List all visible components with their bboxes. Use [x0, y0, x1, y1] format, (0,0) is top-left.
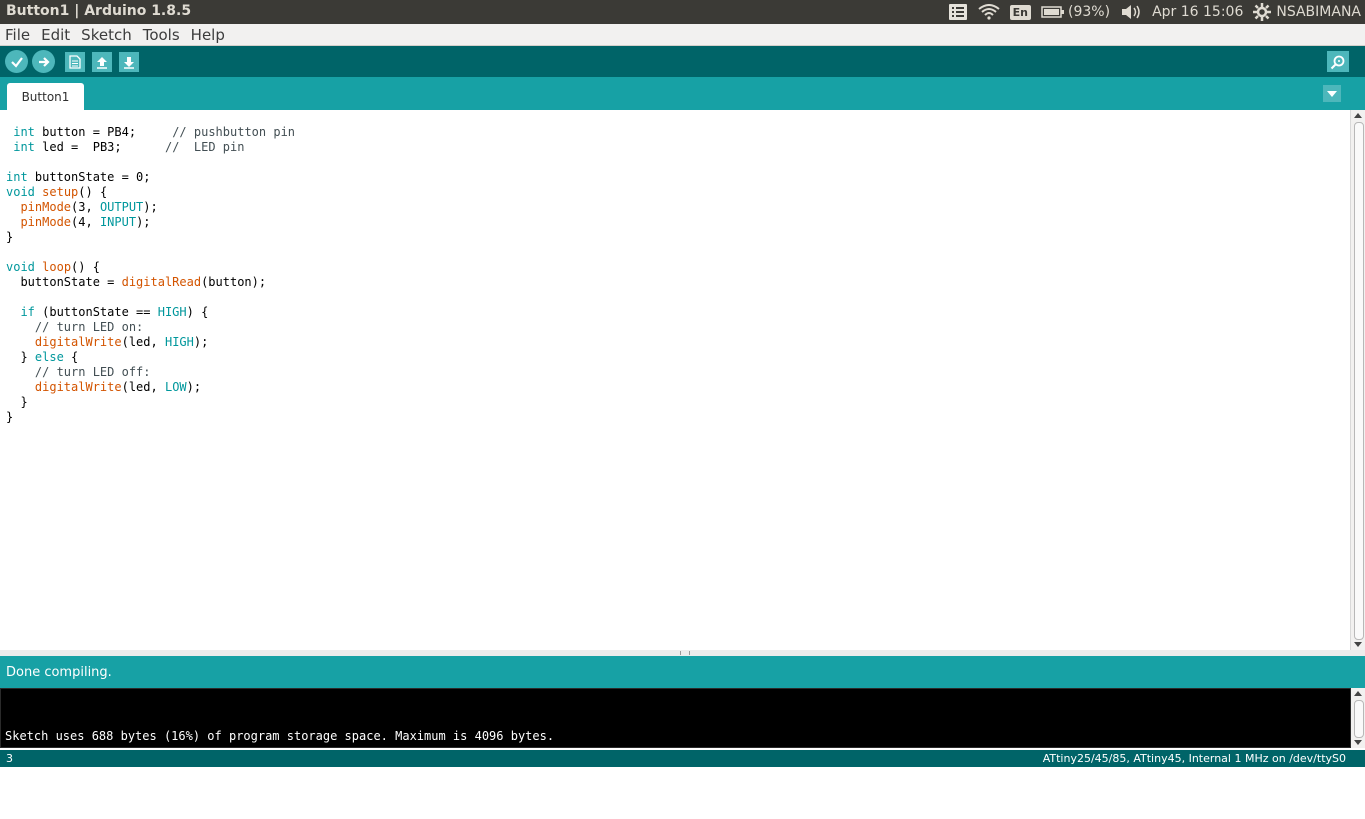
chevron-down-icon	[1327, 90, 1337, 97]
menu-bar: File Edit Sketch Tools Help	[0, 24, 1365, 46]
code-text[interactable]: int button = PB4; // pushbutton pin int …	[6, 125, 295, 425]
new-file-icon	[69, 55, 81, 69]
status-bar: Done compiling.	[0, 656, 1365, 688]
scroll-track[interactable]	[1354, 122, 1364, 640]
code-line: if (buttonState == HIGH) {	[20, 305, 209, 319]
keyboard-layout-icon[interactable]: En	[1009, 4, 1032, 20]
user-name: NSABIMANA	[1276, 4, 1361, 20]
system-title-bar: Button1 | Arduino 1.8.5 En (93%) Apr 16 …	[0, 0, 1365, 24]
code-line: buttonState = digitalRead(button);	[6, 275, 267, 289]
console-line: Global variables use 11 bytes (4%) of dy…	[5, 774, 829, 788]
code-line: int button = PB4; // pushbutton pin	[13, 125, 296, 139]
menu-help[interactable]: Help	[186, 26, 231, 44]
serial-monitor-button[interactable]	[1327, 51, 1349, 72]
code-line: digitalWrite(led, HIGH);	[34, 335, 209, 349]
tab-menu-button[interactable]	[1323, 85, 1341, 102]
editor-scrollbar[interactable]	[1350, 110, 1365, 650]
battery-indicator[interactable]: (93%)	[1041, 4, 1110, 20]
code-line: digitalWrite(led, LOW);	[34, 380, 202, 394]
board-info: ATtiny25/45/85, ATtiny45, Internal 1 MHz…	[1042, 752, 1346, 765]
console-scrollbar[interactable]	[1351, 688, 1365, 748]
wifi-icon[interactable]	[978, 4, 1000, 20]
code-line: void loop() {	[6, 260, 100, 274]
scroll-down-icon[interactable]	[1354, 642, 1362, 647]
save-button[interactable]	[119, 52, 139, 72]
new-button[interactable]	[65, 52, 85, 72]
line-number: 3	[6, 752, 13, 765]
arrow-down-icon	[124, 57, 134, 69]
code-line: } else {	[6, 350, 79, 364]
menu-sketch[interactable]: Sketch	[76, 26, 138, 44]
open-button[interactable]	[92, 52, 112, 72]
console-output[interactable]: Sketch uses 688 bytes (16%) of program s…	[0, 688, 1351, 788]
code-line: int buttonState = 0;	[6, 170, 151, 184]
list-indicator-icon[interactable]	[948, 3, 968, 21]
scroll-down-icon[interactable]	[1354, 740, 1362, 745]
upload-button[interactable]	[32, 50, 55, 73]
code-line: pinMode(3, OUTPUT);	[20, 200, 158, 214]
system-tray: En (93%) Apr 16 15:06 NSABIMANA	[948, 0, 1361, 24]
board-status-bar: 3 ATtiny25/45/85, ATtiny45, Internal 1 M…	[0, 750, 1365, 767]
menu-tools[interactable]: Tools	[138, 26, 186, 44]
tab-bar: Button1	[0, 77, 1365, 110]
volume-icon[interactable]	[1120, 4, 1142, 20]
tab-button1[interactable]: Button1	[7, 83, 84, 110]
scroll-up-icon[interactable]	[1354, 113, 1362, 118]
check-icon	[10, 56, 23, 68]
code-line: int led = PB3; // LED pin	[13, 140, 245, 154]
code-line: }	[6, 410, 14, 424]
window-title: Button1 | Arduino 1.8.5	[6, 3, 192, 19]
code-line: }	[6, 230, 14, 244]
battery-icon	[1041, 6, 1065, 18]
battery-percent: (93%)	[1068, 4, 1111, 20]
magnifier-icon	[1330, 55, 1345, 69]
scroll-up-icon[interactable]	[1354, 691, 1362, 696]
menu-edit[interactable]: Edit	[36, 26, 76, 44]
code-line: // turn LED off:	[34, 365, 151, 379]
scroll-track[interactable]	[1354, 700, 1364, 738]
code-line: // turn LED on:	[34, 320, 144, 334]
keyboard-layout-label: En	[1012, 5, 1029, 19]
menu-file[interactable]: File	[0, 26, 36, 44]
arrow-up-icon	[97, 57, 107, 69]
arrow-right-icon	[38, 56, 50, 67]
status-message: Done compiling.	[6, 665, 112, 680]
session-menu[interactable]: NSABIMANA	[1253, 3, 1361, 21]
code-line: ​	[6, 290, 295, 305]
gear-icon	[1253, 3, 1272, 21]
console-line: Sketch uses 688 bytes (16%) of program s…	[5, 729, 555, 743]
splitter-grip-icon[interactable]	[680, 651, 690, 655]
verify-button[interactable]	[5, 50, 28, 73]
code-line: ​	[6, 245, 295, 260]
code-line: pinMode(4, INPUT);	[20, 215, 151, 229]
code-editor[interactable]: int button = PB4; // pushbutton pin int …	[0, 110, 1351, 650]
toolbar	[0, 46, 1365, 77]
code-line: }	[6, 395, 28, 409]
code-line: ​	[6, 155, 295, 170]
tab-label: Button1	[21, 89, 70, 104]
clock[interactable]: Apr 16 15:06	[1152, 4, 1243, 20]
code-line: void setup() {	[6, 185, 108, 199]
